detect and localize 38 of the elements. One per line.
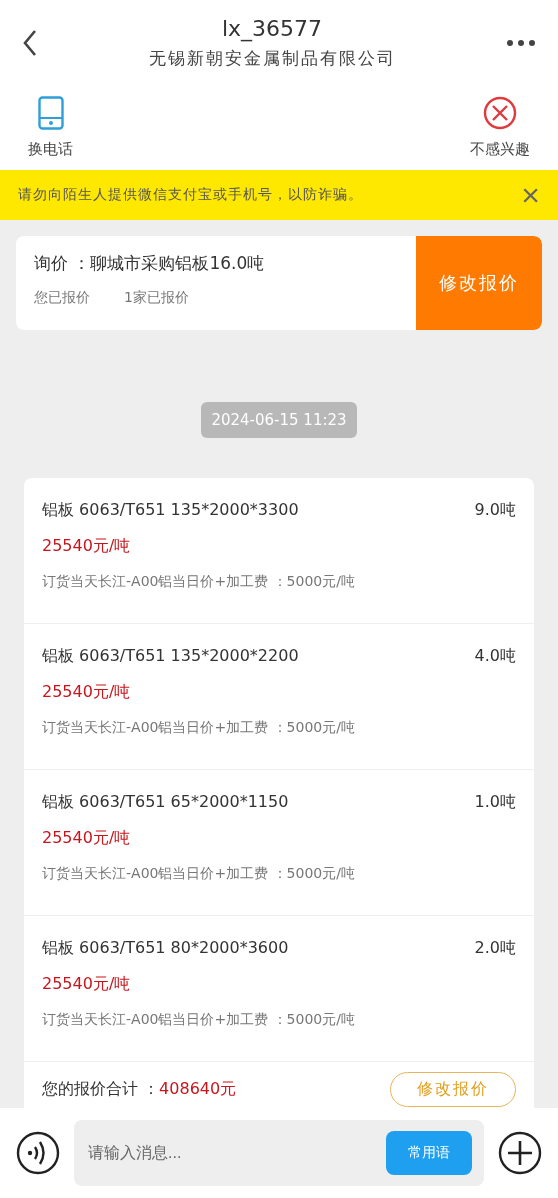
item-note: 订货当天长江-A00铝当日价+加工费 ：5000元/吨 [42, 1011, 356, 1029]
company-name: 无锡新朝安金属制品有限公司 [147, 46, 397, 70]
quote-status: 您已报价 [34, 289, 90, 307]
warning-text: 请勿向陌生人提供微信支付宝或手机号，以防诈骗。 [18, 186, 363, 204]
item-quantity: 9.0吨 [474, 500, 516, 521]
phrases-button[interactable]: 常用语 [386, 1131, 472, 1175]
phone-icon [37, 96, 64, 130]
quote-count: 1家已报价 [124, 289, 189, 307]
action-button[interactable]: 换电话 [28, 85, 73, 170]
add-icon[interactable] [498, 1131, 542, 1175]
total-amount: 408640元 [159, 1079, 238, 1100]
inquiry-title: 询价 ：聊城市采购铝板16.0吨 [34, 252, 266, 275]
item-quantity: 4.0吨 [474, 646, 516, 667]
item-name: 铝板 6063/T651 80*2000*3600 [42, 938, 289, 959]
item-price: 25540元/吨 [42, 974, 132, 995]
voice-icon[interactable] [16, 1131, 60, 1175]
total-label: 您的报价合计 ： [42, 1079, 160, 1100]
close-icon [483, 96, 517, 130]
more-icon[interactable] [506, 38, 536, 47]
item-price: 25540元/吨 [42, 828, 132, 849]
back-icon[interactable] [22, 28, 38, 57]
close-button[interactable]: × [521, 179, 540, 211]
item-note: 订货当天长江-A00铝当日价+加工费 ：5000元/吨 [42, 865, 356, 883]
message-input[interactable]: 请输入消息... 常用语 [74, 1120, 484, 1186]
item-note: 订货当天长江-A00铝当日价+加工费 ：5000元/吨 [42, 573, 356, 591]
action-button[interactable]: 不感兴趣 [470, 85, 530, 170]
edit-quote-button[interactable]: 修改报价 [390, 1072, 516, 1107]
item-quantity: 1.0吨 [474, 792, 516, 813]
item-quantity: 2.0吨 [474, 938, 516, 959]
contact-name: lx_36577 [220, 15, 324, 41]
item-note: 订货当天长江-A00铝当日价+加工费 ：5000元/吨 [42, 719, 356, 737]
item-name: 铝板 6063/T651 135*2000*3300 [42, 500, 299, 521]
item-name: 铝板 6063/T651 65*2000*1150 [42, 792, 289, 813]
item-price: 25540元/吨 [42, 682, 132, 703]
item-price: 25540元/吨 [42, 536, 132, 557]
timestamp: 2024-06-15 11:23 [201, 402, 357, 438]
item-name: 铝板 6063/T651 135*2000*2200 [42, 646, 299, 667]
edit-quote-button[interactable]: 修改报价 [416, 236, 542, 330]
